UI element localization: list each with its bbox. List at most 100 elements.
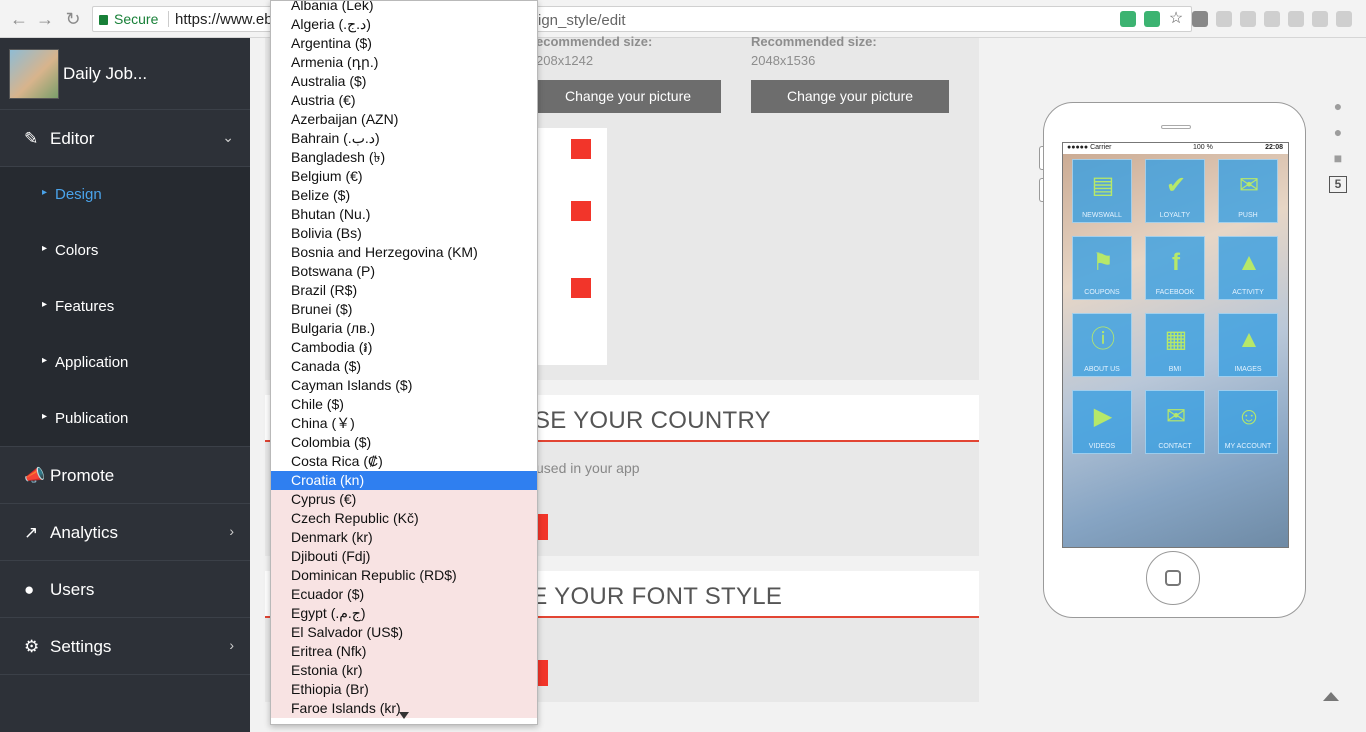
country-option[interactable]: Armenia (դր.) bbox=[271, 53, 537, 72]
country-option[interactable]: Australia ($) bbox=[271, 72, 537, 91]
extension-icon-3[interactable] bbox=[1264, 11, 1280, 27]
country-option[interactable]: Eritrea (Nfk) bbox=[271, 642, 537, 661]
secure-indicator[interactable]: Secure bbox=[99, 11, 158, 27]
country-option[interactable]: Canada ($) bbox=[271, 357, 537, 376]
html5-icon[interactable]: 5 bbox=[1329, 176, 1347, 193]
arrow-left-icon[interactable]: ← bbox=[8, 8, 30, 30]
sidebar-item-label: Settings bbox=[50, 637, 112, 656]
star-icon[interactable]: ☆ bbox=[1168, 11, 1184, 27]
country-option[interactable]: Djibouti (Fdj) bbox=[271, 547, 537, 566]
country-option[interactable]: Belize ($) bbox=[271, 186, 537, 205]
sidebar-item-users[interactable]: ● Users bbox=[0, 561, 250, 618]
time-text: 22:08 bbox=[1265, 144, 1283, 151]
sidebar-item-promote[interactable]: 📣 Promote bbox=[0, 447, 250, 504]
sidebar-subitem-publication[interactable]: ▸ Publication bbox=[0, 391, 250, 447]
tile-videos[interactable]: ▶ VIDEOS bbox=[1072, 390, 1132, 454]
country-option[interactable]: Colombia ($) bbox=[271, 433, 537, 452]
tile-loyalty[interactable]: ✔ LOYALTY bbox=[1145, 159, 1205, 223]
country-option[interactable]: Ethiopia (Br) bbox=[271, 680, 537, 699]
country-option[interactable]: Bahrain (.د.ب) bbox=[271, 129, 537, 148]
tile-my-account[interactable]: ☺ MY ACCOUNT bbox=[1218, 390, 1278, 454]
lock-icon bbox=[99, 15, 108, 25]
country-option[interactable]: Costa Rica (₡) bbox=[271, 452, 537, 471]
tile-contact[interactable]: ✉ CONTACT bbox=[1145, 390, 1205, 454]
country-option[interactable]: Cambodia (៛) bbox=[271, 338, 537, 357]
home-square-icon bbox=[1165, 570, 1181, 586]
tile-facebook[interactable]: f FACEBOOK bbox=[1145, 236, 1205, 300]
extension-icon-4[interactable] bbox=[1288, 11, 1304, 27]
country-option[interactable]: Brazil (R$) bbox=[271, 281, 537, 300]
country-description: used in your app bbox=[536, 460, 640, 476]
country-option[interactable]: Ecuador ($) bbox=[271, 585, 537, 604]
sidebar-subitem-application[interactable]: ▸ Application bbox=[0, 335, 250, 391]
font-section-title: SE YOUR FONT STYLE bbox=[515, 583, 783, 610]
country-select-dropdown[interactable]: Faroe Islands (kr) Ethiopia (Br) Estonia (… bbox=[270, 0, 538, 725]
color-swatch-1[interactable] bbox=[571, 139, 591, 159]
country-option[interactable]: Bhutan (Nu.) bbox=[271, 205, 537, 224]
scroll-top-icon[interactable] bbox=[1323, 692, 1339, 701]
country-option[interactable]: Croatia (kn) bbox=[271, 471, 537, 490]
country-option[interactable]: Azerbaijan (AZN) bbox=[271, 110, 537, 129]
download-arrow-icon[interactable] bbox=[1336, 11, 1352, 27]
cart-extension-icon[interactable] bbox=[1120, 11, 1136, 27]
tile-coupons[interactable]: ⚑ COUPONS bbox=[1072, 236, 1132, 300]
tile-activity[interactable]: ▲ ACTIVITY bbox=[1218, 236, 1278, 300]
users-icon: ● bbox=[24, 580, 35, 599]
country-option[interactable]: Cayman Islands ($) bbox=[271, 376, 537, 395]
sidebar-item-analytics[interactable]: ↗ Analytics › bbox=[0, 504, 250, 561]
tile-bmi[interactable]: ▦ BMI bbox=[1145, 313, 1205, 377]
shield-check-icon: ✔ bbox=[1165, 172, 1187, 199]
country-option[interactable]: Chile ($) bbox=[271, 395, 537, 414]
country-option[interactable]: Bosnia and Herzegovina (KM) bbox=[271, 243, 537, 262]
country-option[interactable]: Bangladesh (৳) bbox=[271, 148, 537, 167]
country-option[interactable]: Belgium (€) bbox=[271, 167, 537, 186]
color-swatch-3[interactable] bbox=[571, 278, 591, 298]
envelope-icon: ✉ bbox=[1165, 403, 1187, 430]
tile-push[interactable]: ✉ PUSH bbox=[1218, 159, 1278, 223]
country-option[interactable]: Denmark (kr) bbox=[271, 528, 537, 547]
country-option[interactable]: El Salvador (US$) bbox=[271, 623, 537, 642]
country-option[interactable]: Albania (Lek) bbox=[271, 1, 537, 15]
address-bar[interactable]: Secure https://www.eb ign_style/edit bbox=[92, 6, 1192, 32]
tile-about-us[interactable]: ⓘ ABOUT US bbox=[1072, 313, 1132, 377]
scroll-down-arrow-icon[interactable] bbox=[399, 712, 409, 719]
country-option[interactable]: Algeria (.د.ج) bbox=[271, 15, 537, 34]
download-icon[interactable] bbox=[1192, 11, 1208, 27]
sidebar-subitem-label: Publication bbox=[55, 410, 129, 427]
android-icon[interactable]: ■ bbox=[1329, 150, 1347, 167]
country-option[interactable]: Estonia (kr) bbox=[271, 661, 537, 680]
sidebar-item-settings[interactable]: ⚙ Settings › bbox=[0, 618, 250, 675]
country-option[interactable]: Bulgaria (лв.) bbox=[271, 319, 537, 338]
platform-icons: ● ● ■ 5 bbox=[1329, 98, 1347, 202]
country-option[interactable]: Brunei ($) bbox=[271, 300, 537, 319]
secure-label: Secure bbox=[114, 11, 159, 27]
country-option[interactable]: China (￥) bbox=[271, 414, 537, 433]
change-picture-button-2[interactable]: Change your picture bbox=[751, 80, 949, 113]
apple-icon[interactable]: ● bbox=[1329, 124, 1347, 141]
change-picture-button-1[interactable]: Change your picture bbox=[535, 80, 721, 113]
country-option[interactable]: Dominican Republic (RD$) bbox=[271, 566, 537, 585]
brand-header[interactable]: Daily Job... bbox=[0, 38, 250, 110]
extension-icon-1[interactable] bbox=[1216, 11, 1232, 27]
tile-images[interactable]: ▲ IMAGES bbox=[1218, 313, 1278, 377]
facebook-extension-icon[interactable] bbox=[1312, 11, 1328, 27]
arrow-right-icon[interactable]: → bbox=[34, 8, 56, 30]
tile-newswall[interactable]: ▤ NEWSWALL bbox=[1072, 159, 1132, 223]
country-option[interactable]: Egypt (.ج.م) bbox=[271, 604, 537, 623]
sidebar-subitem-features[interactable]: ▸ Features bbox=[0, 279, 250, 335]
country-option[interactable]: Argentina ($) bbox=[271, 34, 537, 53]
country-option[interactable]: Austria (€) bbox=[271, 91, 537, 110]
country-option[interactable]: Cyprus (€) bbox=[271, 490, 537, 509]
price-extension-icon[interactable] bbox=[1144, 11, 1160, 27]
sidebar-subitem-design[interactable]: ▸ Design bbox=[0, 167, 250, 223]
color-swatch-2[interactable] bbox=[571, 201, 591, 221]
country-option[interactable]: Czech Republic (Kč) bbox=[271, 509, 537, 528]
extension-icon-2[interactable] bbox=[1240, 11, 1256, 27]
apple-icon[interactable]: ● bbox=[1329, 98, 1347, 115]
sidebar-item-editor[interactable]: ✎ Editor ⌄ bbox=[0, 110, 250, 167]
country-option[interactable]: Bolivia (Bs) bbox=[271, 224, 537, 243]
sidebar-subitem-colors[interactable]: ▸ Colors bbox=[0, 223, 250, 279]
reload-icon[interactable]: ↻ bbox=[62, 8, 84, 30]
country-option[interactable]: Botswana (P) bbox=[271, 262, 537, 281]
tile-label: COUPONS bbox=[1084, 289, 1120, 296]
